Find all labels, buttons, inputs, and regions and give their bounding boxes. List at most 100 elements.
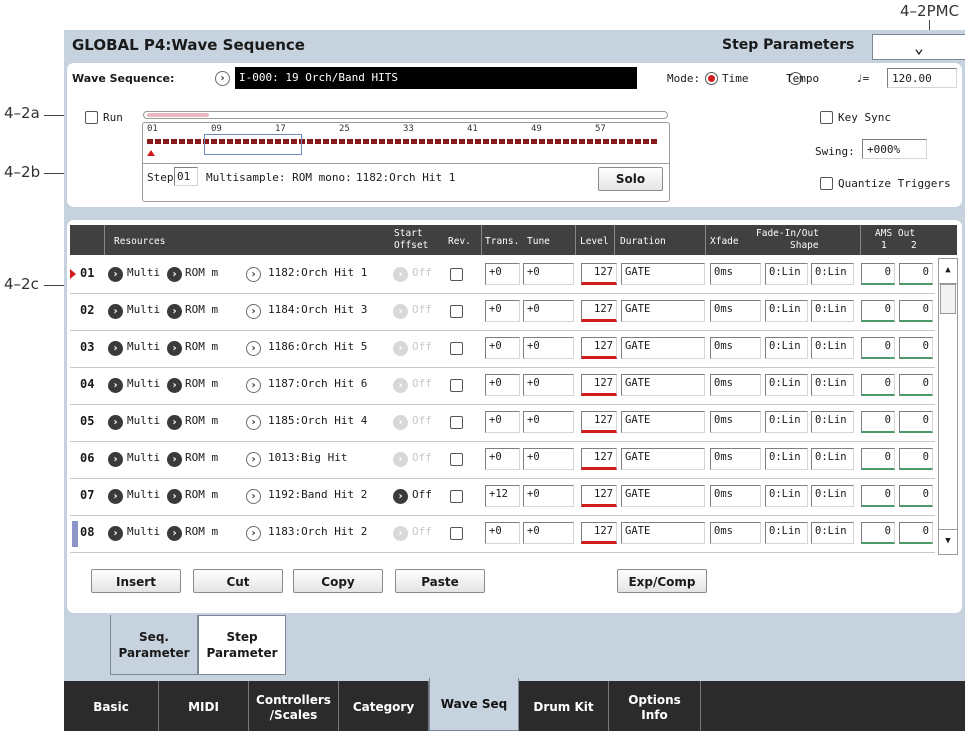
tempo-field[interactable]: 120.00	[887, 68, 957, 88]
step-cell[interactable]	[371, 139, 377, 144]
tune-field[interactable]: +0	[523, 337, 574, 359]
step-cell[interactable]	[451, 139, 457, 144]
table-row[interactable]: 05 › Multi › ROM m › 1185:Orch Hit 4 › Off +0 +0 12…	[70, 405, 935, 442]
step-cell[interactable]	[443, 139, 449, 144]
transpose-field[interactable]: +12	[485, 485, 520, 507]
page-menu-button[interactable]: ⌄	[872, 34, 965, 60]
ams-out-1-field[interactable]: 0	[861, 411, 895, 433]
duration-field[interactable]: GATE	[621, 522, 705, 544]
ams-out-2-field[interactable]: 0	[899, 485, 933, 507]
subtab-seq-parameter[interactable]: Seq. Parameter	[110, 615, 198, 675]
transpose-field[interactable]: +0	[485, 263, 520, 285]
ams-out-2-field[interactable]: 0	[899, 522, 933, 544]
wave-sequence-select-icon[interactable]: ›	[215, 71, 230, 86]
table-row[interactable]: 08 › Multi › ROM m › 1183:Orch Hit 2 › Off +0 +0 12…	[70, 516, 935, 553]
xfade-field[interactable]: 0ms	[710, 485, 761, 507]
step-cell[interactable]	[307, 139, 313, 144]
chevron-right-icon[interactable]: ›	[246, 267, 261, 282]
table-row[interactable]: 03 › Multi › ROM m › 1186:Orch Hit 5 › Off +0 +0 12…	[70, 331, 935, 368]
fade-in-field[interactable]: 0:Lin	[765, 300, 808, 322]
step-cell[interactable]	[387, 139, 393, 144]
step-cell[interactable]	[643, 139, 649, 144]
ams-out-1-field[interactable]: 0	[861, 300, 895, 322]
duration-field[interactable]: GATE	[621, 337, 705, 359]
insert-button[interactable]: Insert	[91, 569, 181, 593]
level-field[interactable]: 127	[581, 448, 617, 470]
reverse-checkbox[interactable]	[450, 453, 463, 466]
scroll-down-button[interactable]: ▼	[939, 529, 957, 554]
step-cell[interactable]	[635, 139, 641, 144]
chevron-right-icon[interactable]: ›	[167, 526, 182, 541]
tune-field[interactable]: +0	[523, 263, 574, 285]
xfade-field[interactable]: 0ms	[710, 263, 761, 285]
step-cell[interactable]	[619, 139, 625, 144]
reverse-checkbox[interactable]	[450, 379, 463, 392]
fade-out-field[interactable]: 0:Lin	[811, 374, 854, 396]
step-cell[interactable]	[323, 139, 329, 144]
ams-out-2-field[interactable]: 0	[899, 263, 933, 285]
fade-in-field[interactable]: 0:Lin	[765, 374, 808, 396]
table-scrollbar[interactable]: ▲ ▼	[938, 258, 958, 555]
step-cell[interactable]	[355, 139, 361, 144]
ams-out-2-field[interactable]: 0	[899, 448, 933, 470]
chevron-right-icon[interactable]: ›	[167, 415, 182, 430]
transpose-field[interactable]: +0	[485, 522, 520, 544]
step-cell[interactable]	[147, 139, 153, 144]
swing-field[interactable]: +000%	[862, 139, 927, 159]
chevron-right-icon[interactable]: ›	[246, 415, 261, 430]
fade-out-field[interactable]: 0:Lin	[811, 522, 854, 544]
step-cell[interactable]	[539, 139, 545, 144]
reverse-checkbox[interactable]	[450, 490, 463, 503]
position-scrollbar[interactable]	[143, 111, 668, 119]
level-field[interactable]: 127	[581, 485, 617, 507]
transpose-field[interactable]: +0	[485, 300, 520, 322]
step-cell[interactable]	[331, 139, 337, 144]
xfade-field[interactable]: 0ms	[710, 448, 761, 470]
paste-button[interactable]: Paste	[395, 569, 485, 593]
step-cell[interactable]	[315, 139, 321, 144]
reverse-checkbox[interactable]	[450, 527, 463, 540]
chevron-right-icon[interactable]: ›	[167, 378, 182, 393]
step-cell[interactable]	[187, 139, 193, 144]
chevron-right-icon[interactable]: ›	[108, 489, 123, 504]
xfade-field[interactable]: 0ms	[710, 522, 761, 544]
chevron-right-icon[interactable]: ›	[393, 378, 408, 393]
tab-options-info[interactable]: Options Info	[609, 681, 701, 731]
exp-comp-button[interactable]: Exp/Comp	[617, 569, 707, 593]
level-field[interactable]: 127	[581, 411, 617, 433]
duration-field[interactable]: GATE	[621, 374, 705, 396]
level-field[interactable]: 127	[581, 522, 617, 544]
step-cell[interactable]	[395, 139, 401, 144]
step-cell[interactable]	[411, 139, 417, 144]
table-row[interactable]: 06 › Multi › ROM m › 1013:Big Hit › Off +0 +0 127 GA…	[70, 442, 935, 479]
chevron-right-icon[interactable]: ›	[108, 304, 123, 319]
level-field[interactable]: 127	[581, 263, 617, 285]
step-cell[interactable]	[467, 139, 473, 144]
ams-out-1-field[interactable]: 0	[861, 263, 895, 285]
step-cell[interactable]	[171, 139, 177, 144]
step-cell[interactable]	[571, 139, 577, 144]
chevron-right-icon[interactable]: ›	[393, 526, 408, 541]
step-cell[interactable]	[419, 139, 425, 144]
reverse-checkbox[interactable]	[450, 268, 463, 281]
scroll-up-button[interactable]: ▲	[939, 259, 957, 284]
chevron-right-icon[interactable]: ›	[246, 489, 261, 504]
duration-field[interactable]: GATE	[621, 411, 705, 433]
chevron-right-icon[interactable]: ›	[108, 415, 123, 430]
step-cell[interactable]	[155, 139, 161, 144]
chevron-right-icon[interactable]: ›	[167, 489, 182, 504]
level-field[interactable]: 127	[581, 337, 617, 359]
step-cell[interactable]	[403, 139, 409, 144]
mode-time-radio[interactable]	[705, 71, 718, 85]
duration-field[interactable]: GATE	[621, 300, 705, 322]
chevron-right-icon[interactable]: ›	[167, 304, 182, 319]
run-checkbox[interactable]	[85, 111, 98, 124]
step-cell[interactable]	[339, 139, 345, 144]
chevron-right-icon[interactable]: ›	[393, 415, 408, 430]
tab-basic[interactable]: Basic	[64, 681, 159, 731]
fade-out-field[interactable]: 0:Lin	[811, 263, 854, 285]
chevron-right-icon[interactable]: ›	[108, 267, 123, 282]
transpose-field[interactable]: +0	[485, 448, 520, 470]
table-row[interactable]: 04 › Multi › ROM m › 1187:Orch Hit 6 › Off +0 +0 12…	[70, 368, 935, 405]
transpose-field[interactable]: +0	[485, 337, 520, 359]
